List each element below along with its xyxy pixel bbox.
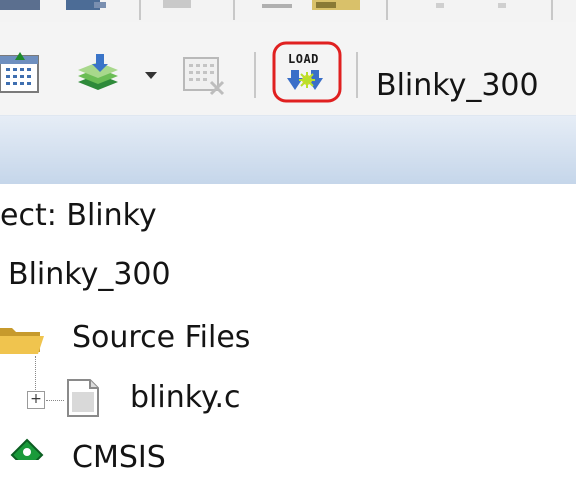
toolbar-icon-7[interactable] bbox=[492, 0, 512, 12]
toolbar-icon-2[interactable] bbox=[66, 0, 108, 12]
toolbar-separator bbox=[233, 0, 235, 20]
rebuild-icon[interactable] bbox=[74, 52, 124, 98]
tree-item-project[interactable]: ect: Blinky bbox=[0, 196, 157, 236]
tree-connector bbox=[35, 356, 36, 396]
target-select[interactable]: Blinky_300 bbox=[376, 64, 576, 108]
tree-item-cmsis[interactable]: CMSIS bbox=[72, 438, 166, 478]
toolbar-separator bbox=[139, 0, 141, 20]
toolbar-icon-3[interactable] bbox=[163, 0, 191, 12]
toolbar-separator bbox=[551, 0, 553, 20]
expand-icon[interactable]: + bbox=[27, 391, 45, 409]
group-label: Source Files bbox=[72, 320, 251, 355]
toolbar-icon-1[interactable] bbox=[0, 0, 40, 12]
target-label: Blinky_300 bbox=[8, 257, 171, 292]
load-button[interactable]: LOAD bbox=[272, 41, 342, 103]
project-label: ect: Blinky bbox=[0, 198, 157, 233]
toolbar-icon-6[interactable] bbox=[430, 0, 450, 12]
tree-item-file[interactable]: blinky.c bbox=[130, 378, 241, 418]
batch-build-icon[interactable] bbox=[181, 52, 227, 98]
file-c-icon bbox=[67, 379, 99, 417]
toolbar-icon-4[interactable] bbox=[262, 0, 302, 12]
top-toolbar bbox=[0, 0, 576, 22]
project-panel-header bbox=[0, 115, 576, 185]
tree-item-source-files[interactable]: Source Files bbox=[72, 318, 250, 358]
download-arrows-icon bbox=[287, 70, 323, 90]
chevron-down-icon[interactable] bbox=[144, 70, 158, 80]
toolbar-icon-5[interactable] bbox=[312, 0, 364, 12]
load-label: LOAD bbox=[288, 52, 319, 66]
tree-connector bbox=[46, 400, 64, 401]
toolbar-separator bbox=[356, 52, 358, 98]
component-icon bbox=[10, 438, 44, 460]
component-label: CMSIS bbox=[72, 440, 166, 475]
toolbar-separator bbox=[254, 52, 256, 98]
translate-icon[interactable] bbox=[0, 52, 42, 96]
project-tree: ect: Blinky Blinky_300 Source Files + bl… bbox=[0, 184, 576, 475]
folder-open-icon bbox=[0, 328, 44, 354]
file-label: blinky.c bbox=[130, 380, 241, 415]
build-toolbar: LOAD Blinky_300 bbox=[0, 22, 576, 115]
target-select-value: Blinky_300 bbox=[376, 68, 539, 103]
tree-item-target[interactable]: Blinky_300 bbox=[8, 255, 171, 295]
toolbar-separator bbox=[386, 0, 388, 20]
